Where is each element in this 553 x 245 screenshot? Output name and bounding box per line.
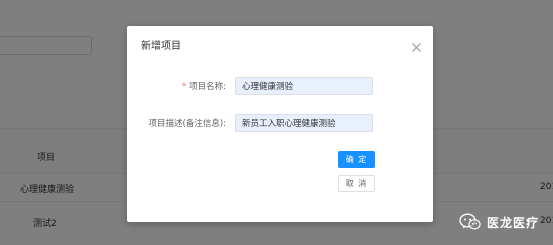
project-description-label: 项目描述(备注信息): [148,119,227,129]
close-icon [412,43,421,52]
close-button[interactable] [411,38,422,52]
project-name-label-text: 项目名称: [189,82,226,92]
dialog-title: 新增项目 [141,41,181,52]
add-project-dialog: 新增项目 *项目名称: 项目描述(备注信息): 确 定 取 消 [127,26,433,222]
project-name-input[interactable] [235,77,373,95]
required-asterisk: * [181,82,187,92]
wechat-icon [459,213,481,230]
watermark: 医龙医疗 [459,210,539,234]
cancel-button[interactable]: 取 消 [338,175,375,192]
confirm-button[interactable]: 确 定 [338,151,375,168]
watermark-text: 医龙医疗 [486,215,539,230]
project-name-label: * 项目名称: [182,80,226,92]
project-description-input[interactable] [235,114,373,132]
